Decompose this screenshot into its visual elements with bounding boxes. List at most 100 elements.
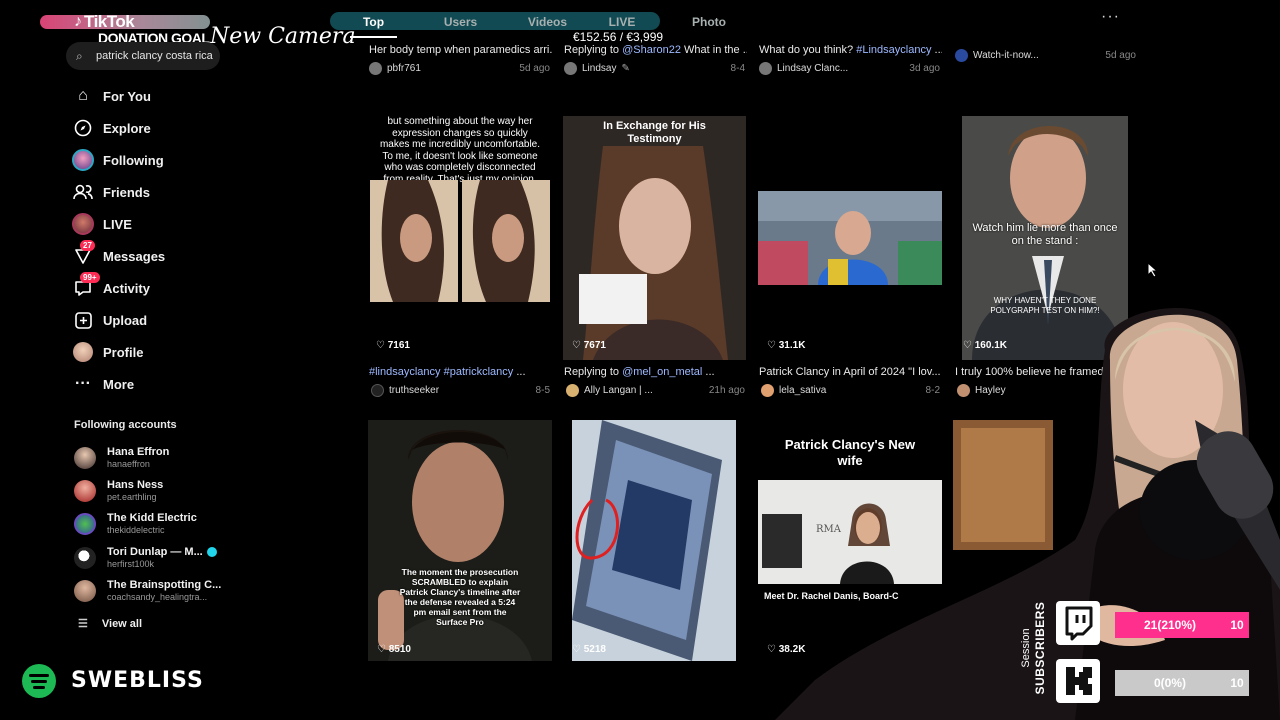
video-thumbnail[interactable]: The moment the prosecution SCRAMBLED to … xyxy=(368,420,552,661)
video-date: 8-5 xyxy=(535,385,550,396)
video-thumbnail[interactable]: In Exchange for His Testimony 7671 xyxy=(563,116,746,360)
avatar xyxy=(74,447,96,469)
following-account[interactable]: Hans Ness pet.earthling xyxy=(74,479,163,503)
tiktok-logo: ♪ TikTok xyxy=(40,12,210,32)
profile-avatar xyxy=(72,341,94,363)
video-date: 21h ago xyxy=(708,385,745,396)
more-icon: ··· xyxy=(75,375,91,392)
author-name: Ally Langan | ... xyxy=(584,385,653,396)
sidebar-item-messages[interactable]: 27 Messages xyxy=(72,240,232,272)
following-avatar xyxy=(72,149,94,171)
account-handle: pet.earthling xyxy=(107,492,157,502)
following-account[interactable]: Tori Dunlap — M... herfirst100k xyxy=(74,546,217,570)
video-frame xyxy=(758,191,942,285)
more-options-icon[interactable]: ··· xyxy=(1101,8,1120,26)
search-input[interactable]: ⌕ patrick clancy costa rica xyxy=(66,42,220,70)
caption-mention: @mel_on_metal xyxy=(622,366,703,378)
caption-text: Replying to xyxy=(564,366,623,378)
kick-progress-bar: 0(0%) 10 xyxy=(1115,670,1249,696)
sidebar-item-label: Messages xyxy=(103,248,166,264)
video-likes: 5218 xyxy=(572,644,606,655)
sidebar-item-explore[interactable]: Explore xyxy=(72,112,232,144)
caption-mention: #lindsayclancy #patrickclancy xyxy=(369,366,514,378)
video-date: 5d ago xyxy=(519,63,550,74)
video-overlay-text: In Exchange for His Testimony xyxy=(603,120,706,145)
subscribers-label: SUBSCRIBERS xyxy=(1033,601,1047,695)
sidebar-item-label: Activity xyxy=(103,280,150,296)
live-icon xyxy=(72,213,94,235)
verified-icon xyxy=(206,547,217,558)
donation-goal-title: New Camera xyxy=(210,24,356,49)
sidebar-item-label: Following xyxy=(103,152,164,168)
edit-icon: ✎ xyxy=(621,63,630,74)
account-name: The Kidd Electric xyxy=(107,512,197,524)
mouse-cursor-icon xyxy=(1147,262,1159,278)
video-caption[interactable]: What do you think? #Lindsayclancy ... xyxy=(759,44,942,56)
spotify-name: SWEBLISS xyxy=(71,668,204,693)
video-date: 8-4 xyxy=(730,63,745,74)
sidebar-item-label: Upload xyxy=(103,312,148,328)
video-author[interactable]: Lindsay Clanc... 3d ago xyxy=(759,62,940,75)
compass-icon xyxy=(72,117,94,139)
sidebar-item-activity[interactable]: 99+ Activity xyxy=(72,272,232,304)
sidebar-item-profile[interactable]: Profile xyxy=(72,336,232,368)
video-thumbnail[interactable]: 5218 xyxy=(572,420,736,661)
view-all-link[interactable]: ☰ View all xyxy=(78,617,142,630)
sidebar-item-label: Profile xyxy=(103,344,144,360)
caption-mention: @Sharon22 xyxy=(622,44,681,56)
following-account[interactable]: The Brainspotting C... coachsandy_healing… xyxy=(74,579,221,603)
avatar xyxy=(761,384,774,397)
video-author[interactable]: Watch-it-now... 5d ago xyxy=(955,49,1136,62)
following-account[interactable]: The Kidd Electric thekiddelectric xyxy=(74,512,197,536)
avatar xyxy=(74,480,96,502)
video-frame xyxy=(572,420,736,661)
twitch-icon xyxy=(1056,601,1100,645)
account-name: The Brainspotting C... xyxy=(107,579,222,591)
sidebar-nav: ⌂ For You Explore Following Friends LIVE xyxy=(72,80,232,400)
sidebar-item-more[interactable]: ··· More xyxy=(72,368,232,400)
kick-icon xyxy=(1056,659,1100,703)
video-caption[interactable]: #lindsayclancy #patrickclancy ... xyxy=(369,366,552,378)
sidebar-item-upload[interactable]: Upload xyxy=(72,304,232,336)
avatar xyxy=(74,513,96,535)
account-name: Hans Ness xyxy=(107,479,164,491)
author-name: Watch-it-now... xyxy=(973,50,1039,61)
sidebar-item-live[interactable]: LIVE xyxy=(72,208,232,240)
donation-amount: €152.56 / €3,999 xyxy=(573,30,664,44)
video-caption[interactable]: Replying to @mel_on_metal ... xyxy=(564,366,747,378)
home-icon: ⌂ xyxy=(78,87,88,104)
sidebar-item-label: Friends xyxy=(103,184,150,200)
caption-mention: #Lindsayclancy xyxy=(856,44,932,56)
caption-text: ... xyxy=(934,44,943,56)
account-name: Hana Effron xyxy=(107,446,170,458)
video-likes: 7161 xyxy=(376,340,410,351)
sidebar-item-label: LIVE xyxy=(103,216,132,232)
tab-users[interactable]: Users xyxy=(417,10,504,34)
video-author[interactable]: truthseeker 8-5 xyxy=(371,384,550,397)
caption-text: ... xyxy=(513,366,526,378)
sidebar-item-friends[interactable]: Friends xyxy=(72,176,232,208)
tab-photo[interactable]: Photo xyxy=(653,10,765,34)
video-thumbnail[interactable]: but something about the way her expressi… xyxy=(368,116,552,360)
account-name: Tori Dunlap — M... xyxy=(107,546,203,558)
caption-text: What in the ... xyxy=(680,44,747,56)
video-caption[interactable]: Her body temp when paramedics arri... xyxy=(369,44,552,56)
video-author[interactable]: Ally Langan | ... 21h ago xyxy=(566,384,745,397)
sidebar-item-following[interactable]: Following xyxy=(72,144,232,176)
video-author[interactable]: pbfr761 5d ago xyxy=(369,62,550,75)
search-value: patrick clancy costa rica xyxy=(96,50,213,62)
video-author[interactable]: Lindsay ✎ 8-4 xyxy=(564,62,745,75)
tiktok-note-icon: ♪ xyxy=(74,13,82,30)
session-label: Session xyxy=(1020,628,1032,668)
author-name: Lindsay xyxy=(582,63,617,74)
sidebar-item-label: Explore xyxy=(103,120,151,136)
video-caption[interactable]: Replying to @Sharon22 What in the ... xyxy=(564,44,747,56)
following-account[interactable]: Hana Effron hanaeffron xyxy=(74,446,169,470)
video-frame xyxy=(563,116,746,360)
video-overlay-text: The moment the prosecution SCRAMBLED to … xyxy=(399,567,521,627)
author-name: Lindsay Clanc... xyxy=(777,63,849,74)
sidebar-item-for-you[interactable]: ⌂ For You xyxy=(72,80,232,112)
video-likes: 7671 xyxy=(572,340,606,351)
author-name: pbfr761 xyxy=(387,63,421,74)
video-likes: 8510 xyxy=(377,644,411,655)
